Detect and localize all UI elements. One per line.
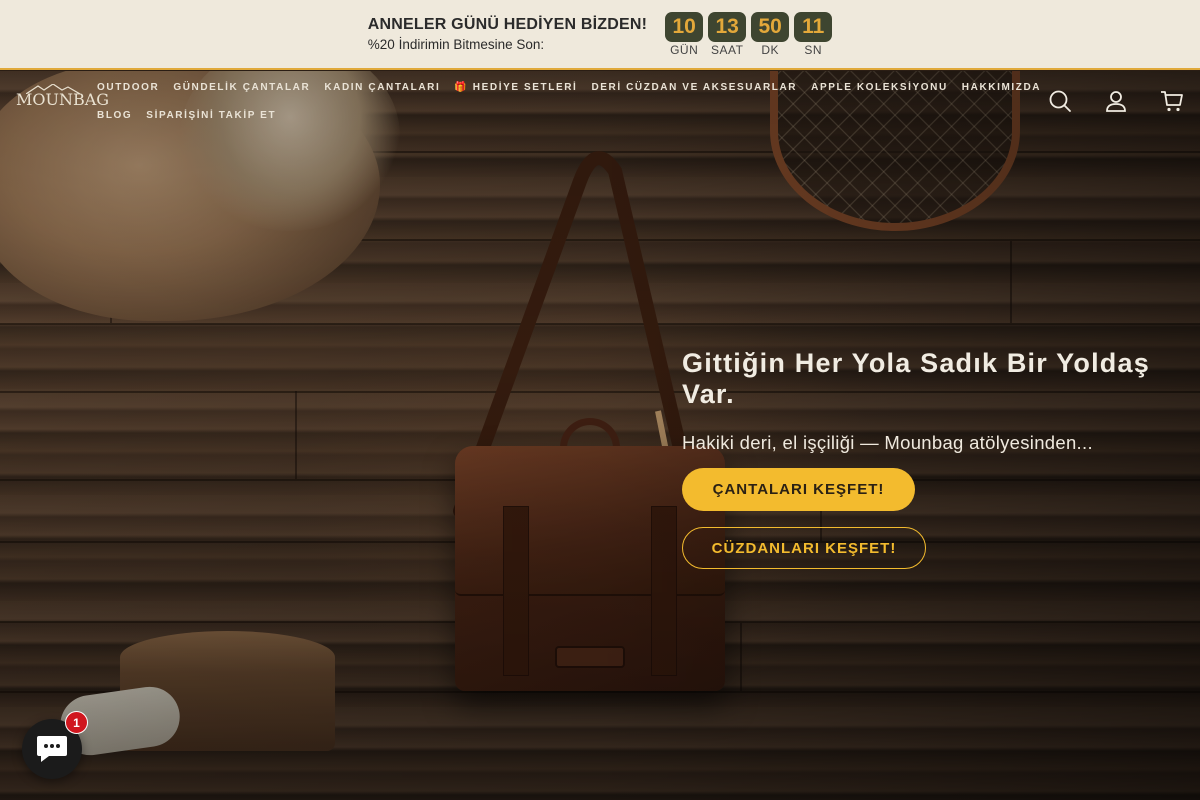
nav-item-about[interactable]: HAKKIMIZDA: [962, 82, 1041, 96]
countdown-value: 10: [665, 11, 704, 42]
search-icon[interactable]: [1048, 89, 1072, 113]
account-icon[interactable]: [1104, 89, 1128, 113]
explore-bags-button[interactable]: ÇANTALARI KEŞFET!: [682, 468, 915, 511]
countdown-value: 50: [751, 11, 790, 42]
announcement-text: ANNELER GÜNÜ HEDİYEN BİZDEN! %20 İndirim…: [368, 16, 647, 52]
hero-title: Gittiğin Her Yola Sadık Bir Yoldaş Var.: [682, 348, 1150, 409]
nav-item-womens-bags[interactable]: KADIN ÇANTALARI: [324, 82, 440, 96]
site-logo[interactable]: MOUNBAG: [16, 84, 109, 109]
cart-icon[interactable]: [1160, 89, 1184, 113]
chat-bubble-icon: [37, 736, 67, 762]
countdown-label: SN: [804, 42, 823, 57]
countdown-timer: 10 GÜN 13 SAAT 50 DK 11 SN: [665, 11, 833, 57]
countdown-hours: 13 SAAT: [708, 11, 747, 57]
nav-row: BLOG SİPARİŞİNİ TAKİP ET: [97, 110, 1017, 124]
countdown-seconds: 11 SN: [794, 11, 833, 57]
chat-notification-badge: 1: [65, 711, 88, 734]
nav-item-track-order[interactable]: SİPARİŞİNİ TAKİP ET: [146, 110, 276, 124]
countdown-label: GÜN: [670, 42, 699, 57]
countdown-minutes: 50 DK: [751, 11, 790, 57]
hero-subtitle: Hakiki deri, el işçiliği — Mounbag atöly…: [682, 432, 1093, 453]
explore-wallets-button[interactable]: CÜZDANLARI KEŞFET!: [682, 527, 926, 569]
nav-item-apple-collection[interactable]: APPLE KOLEKSİYONU: [811, 82, 948, 96]
main-navigation: OUTDOOR GÜNDELİK ÇANTALAR KADIN ÇANTALAR…: [97, 82, 1040, 138]
countdown-days: 10 GÜN: [665, 11, 704, 57]
nav-item-gift-sets[interactable]: 🎁 HEDİYE SETLERİ: [454, 82, 577, 96]
countdown-label: SAAT: [710, 42, 744, 57]
nav-row: OUTDOOR GÜNDELİK ÇANTALAR KADIN ÇANTALAR…: [97, 82, 1040, 96]
nav-item-blog[interactable]: BLOG: [97, 110, 132, 124]
nav-item-leather-wallets[interactable]: DERİ CÜZDAN VE AKSESUARLAR: [591, 82, 797, 96]
hero-button-group: ÇANTALARI KEŞFET!: [682, 454, 1182, 511]
mountain-logo-icon: [26, 84, 80, 94]
countdown-value: 11: [794, 11, 833, 42]
hero-button-group: CÜZDANLARI KEŞFET!: [682, 511, 1182, 569]
countdown-value: 13: [708, 11, 747, 42]
announcement-title: ANNELER GÜNÜ HEDİYEN BİZDEN!: [367, 16, 648, 33]
hero-content: Gittiğin Her Yola Sadık Bir Yoldaş Var. …: [682, 348, 1182, 569]
nav-item-daily-bags[interactable]: GÜNDELİK ÇANTALAR: [173, 82, 310, 96]
header-icons: [1048, 89, 1184, 113]
countdown-label: DK: [761, 42, 780, 57]
nav-item-outdoor[interactable]: OUTDOOR: [97, 82, 159, 96]
announcement-bar: ANNELER GÜNÜ HEDİYEN BİZDEN! %20 İndirim…: [0, 0, 1200, 70]
announcement-subtitle: %20 İndirimin Bitmesine Son:: [367, 37, 545, 52]
